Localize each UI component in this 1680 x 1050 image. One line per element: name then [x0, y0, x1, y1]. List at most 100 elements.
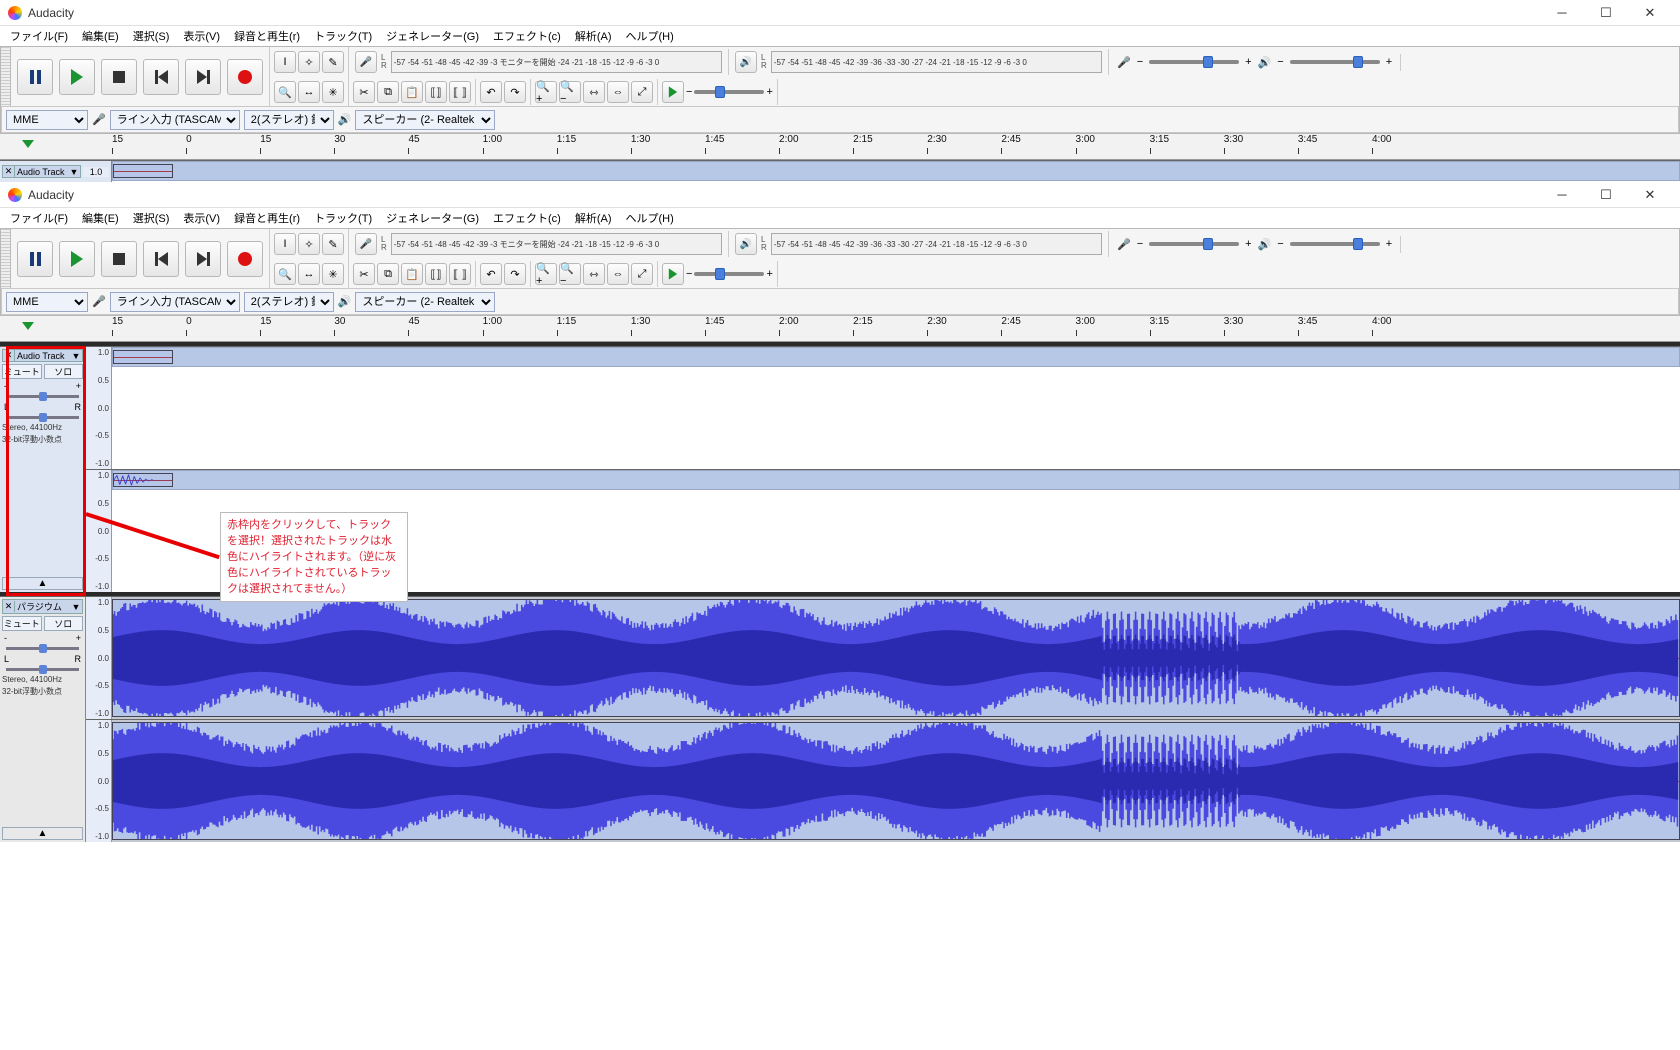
multi-tool-icon[interactable]: ✳ [322, 81, 344, 103]
skip-end-button[interactable] [185, 241, 221, 277]
waveform-channel-left[interactable] [112, 347, 1680, 367]
fit-selection-button[interactable]: ⇿ [583, 81, 605, 103]
minimize-button[interactable]: ─ [1540, 184, 1584, 206]
maximize-button[interactable]: ☐ [1584, 2, 1628, 24]
play-speed-slider[interactable] [694, 272, 764, 276]
track-close-button[interactable]: ✕ [3, 350, 15, 361]
close-window-button[interactable]: ✕ [1628, 184, 1672, 206]
play-device-select[interactable]: スピーカー (2- Realtek Hig [355, 292, 495, 312]
envelope-tool-icon[interactable]: ✧ [298, 233, 320, 255]
menu-select[interactable]: 選択(S) [127, 26, 176, 46]
zoom-tool-icon[interactable]: 🔍 [274, 263, 296, 285]
pause-button[interactable] [17, 59, 53, 95]
play-meter-scale[interactable]: -57 -54 -51 -48 -45 -42 -39 -36 -33 -30 … [771, 51, 1102, 73]
pan-slider[interactable] [6, 416, 79, 419]
close-window-button[interactable]: ✕ [1628, 2, 1672, 24]
play-at-speed-button[interactable] [662, 81, 684, 103]
record-channels-select[interactable]: 2(ステレオ) 録音チ [244, 110, 334, 130]
paste-button[interactable]: 📋 [401, 81, 423, 103]
track-panel-1[interactable]: ✕ Audio Track ▼ ミュート ソロ -+ LR Stereo, 44… [0, 347, 86, 592]
waveform-channel-left[interactable] [112, 597, 1680, 719]
draw-tool-icon[interactable]: ✎ [322, 233, 344, 255]
mic-icon[interactable]: 🎤 [355, 233, 377, 255]
undo-button[interactable]: ↶ [480, 263, 502, 285]
track-collapse-button[interactable]: ▲ [2, 577, 83, 590]
zoom-out-button[interactable]: 🔍− [559, 81, 581, 103]
waveform-channel-right[interactable] [112, 470, 1680, 490]
audio-host-select[interactable]: MME [6, 292, 88, 312]
menu-view[interactable]: 表示(V) [177, 26, 226, 46]
selection-tool-icon[interactable]: I [274, 51, 296, 73]
toolbar-grip[interactable] [1, 47, 11, 106]
solo-button[interactable]: ソロ [44, 364, 84, 379]
play-head-icon[interactable] [22, 140, 34, 148]
record-volume-slider[interactable] [1149, 60, 1239, 64]
waveform-channel-right[interactable] [112, 720, 1680, 842]
track-menu-dropdown[interactable]: ▼ [70, 351, 82, 361]
track-menu-dropdown[interactable]: ▼ [70, 602, 82, 612]
redo-button[interactable]: ↷ [504, 263, 526, 285]
timeline-ruler-1[interactable]: 1501530451:001:151:301:452:002:152:302:4… [0, 134, 1680, 160]
multi-tool-icon[interactable]: ✳ [322, 263, 344, 285]
paste-button[interactable]: 📋 [401, 263, 423, 285]
record-device-select[interactable]: ライン入力 (TASCAM US-122 [110, 110, 240, 130]
track-collapse-button[interactable]: ▲ [2, 827, 83, 840]
menu-transport[interactable]: 録音と再生(r) [228, 26, 306, 46]
audio-host-select[interactable]: MME [6, 110, 88, 130]
undo-button[interactable]: ↶ [480, 81, 502, 103]
copy-button[interactable]: ⧉ [377, 263, 399, 285]
timeline-ruler-2[interactable]: 1501530451:001:151:301:452:002:152:302:4… [0, 316, 1680, 342]
redo-button[interactable]: ↷ [504, 81, 526, 103]
fit-selection-button[interactable]: ⇿ [583, 263, 605, 285]
solo-button[interactable]: ソロ [44, 616, 84, 631]
mute-button[interactable]: ミュート [2, 616, 42, 631]
record-meter-scale[interactable]: -57 -54 -51 -48 -45 -42 -39 -3 モニターを開始 -… [391, 51, 722, 73]
zoom-in-button[interactable]: 🔍+ [535, 263, 557, 285]
collapsed-waveform[interactable] [112, 161, 1680, 181]
maximize-button[interactable]: ☐ [1584, 184, 1628, 206]
zoom-in-button[interactable]: 🔍+ [535, 81, 557, 103]
record-volume-slider[interactable] [1149, 242, 1239, 246]
mute-button[interactable]: ミュート [2, 364, 42, 379]
track-name-label[interactable]: Audio Track [15, 351, 70, 361]
play-volume-slider[interactable] [1290, 242, 1380, 246]
play-at-speed-button[interactable] [662, 263, 684, 285]
menu-effect[interactable]: エフェクト(c) [487, 26, 567, 46]
menu-analyze[interactable]: 解析(A) [569, 26, 618, 46]
fit-project-button[interactable]: ⇔ [607, 263, 629, 285]
envelope-tool-icon[interactable]: ✧ [298, 51, 320, 73]
play-button[interactable] [59, 59, 95, 95]
pause-button[interactable] [17, 241, 53, 277]
record-button[interactable] [227, 59, 263, 95]
skip-end-button[interactable] [185, 59, 221, 95]
zoom-out-button[interactable]: 🔍− [559, 263, 581, 285]
zoom-toggle-button[interactable]: ⤢ [631, 263, 653, 285]
record-button[interactable] [227, 241, 263, 277]
track-close-button[interactable]: ✕ [3, 166, 15, 177]
timeshift-tool-icon[interactable]: ↔ [298, 263, 320, 285]
menu-generate[interactable]: ジェネレーター(G) [380, 26, 485, 46]
stop-button[interactable] [101, 59, 137, 95]
mic-icon[interactable]: 🎤 [355, 51, 377, 73]
record-device-select[interactable]: ライン入力 (TASCAM US-122 [110, 292, 240, 312]
track-panel-2[interactable]: ✕ パラジウム ▼ ミュート ソロ -+ LR Stereo, 44100Hz … [0, 597, 86, 842]
track-name-label[interactable]: パラジウム [15, 600, 70, 613]
gain-slider[interactable] [6, 647, 79, 650]
zoom-tool-icon[interactable]: 🔍 [274, 81, 296, 103]
menu-file[interactable]: ファイル(F) [4, 26, 74, 46]
play-button[interactable] [59, 241, 95, 277]
track-name-label[interactable]: Audio Track [15, 167, 68, 177]
track-menu-dropdown[interactable]: ▼ [68, 167, 80, 177]
speaker-icon[interactable]: 🔊 [735, 51, 757, 73]
track-close-button[interactable]: ✕ [3, 601, 15, 612]
silence-button[interactable]: ⟦ ⟧ [449, 81, 471, 103]
menu-edit[interactable]: 編集(E) [76, 26, 125, 46]
skip-start-button[interactable] [143, 241, 179, 277]
cut-button[interactable]: ✂ [353, 81, 375, 103]
menubar-2[interactable]: ファイル(F) 編集(E) 選択(S) 表示(V) 録音と再生(r) トラック(… [0, 208, 1680, 228]
menu-help[interactable]: ヘルプ(H) [620, 26, 680, 46]
toolbar-grip[interactable] [1, 229, 11, 288]
cut-button[interactable]: ✂ [353, 263, 375, 285]
pan-slider[interactable] [6, 668, 79, 671]
trim-button[interactable]: ⟦⟧ [425, 263, 447, 285]
